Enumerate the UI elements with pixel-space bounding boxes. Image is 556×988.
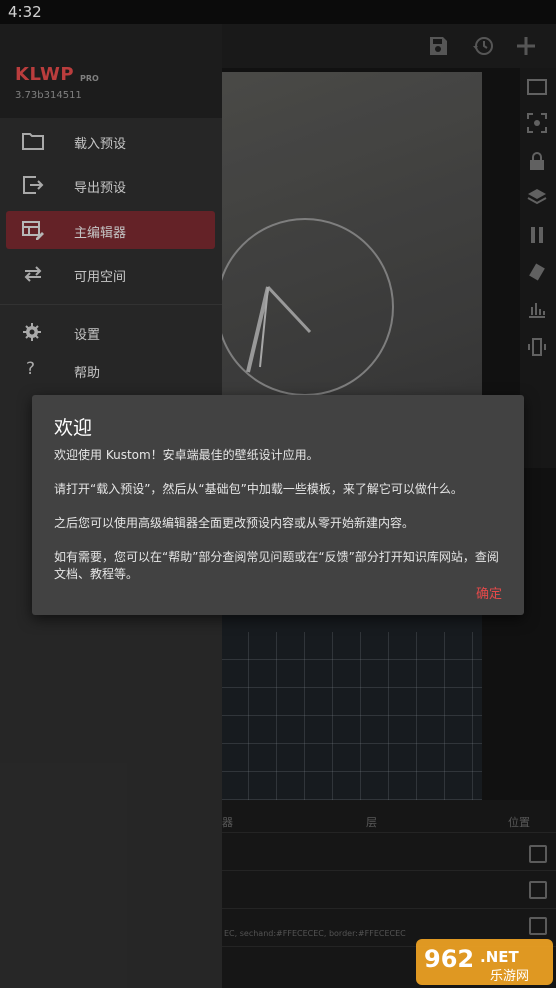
welcome-dialog: 欢迎 欢迎使用 Kustom！安卓端最佳的壁纸设计应用。 请打开“载入预设”，然…	[32, 395, 524, 615]
dialog-paragraph: 之后您可以使用高级编辑器全面更改预设内容或从零开始新建内容。	[54, 516, 415, 530]
watermark-site: 乐游网	[490, 969, 529, 984]
dialog-title: 欢迎	[54, 417, 93, 439]
dialog-paragraph: 欢迎使用 Kustom！安卓端最佳的壁纸设计应用。	[54, 448, 319, 462]
watermark-domain: .NET	[480, 948, 519, 966]
dialog-paragraph: 如有需要，您可以在“帮助”部分查阅常见问题或在“反馈”部分打开知识库网站，查阅文…	[54, 550, 499, 581]
dialog-paragraph: 请打开“载入预设”，然后从“基础包”中加载一些模板，来了解它可以做什么。	[54, 482, 463, 496]
site-watermark: 962 .NET 乐游网	[416, 939, 553, 985]
watermark-number: 962	[424, 945, 474, 973]
dialog-body: 欢迎使用 Kustom！安卓端最佳的壁纸设计应用。 请打开“载入预设”，然后从“…	[54, 447, 509, 600]
ok-button[interactable]: 确定	[476, 583, 502, 602]
